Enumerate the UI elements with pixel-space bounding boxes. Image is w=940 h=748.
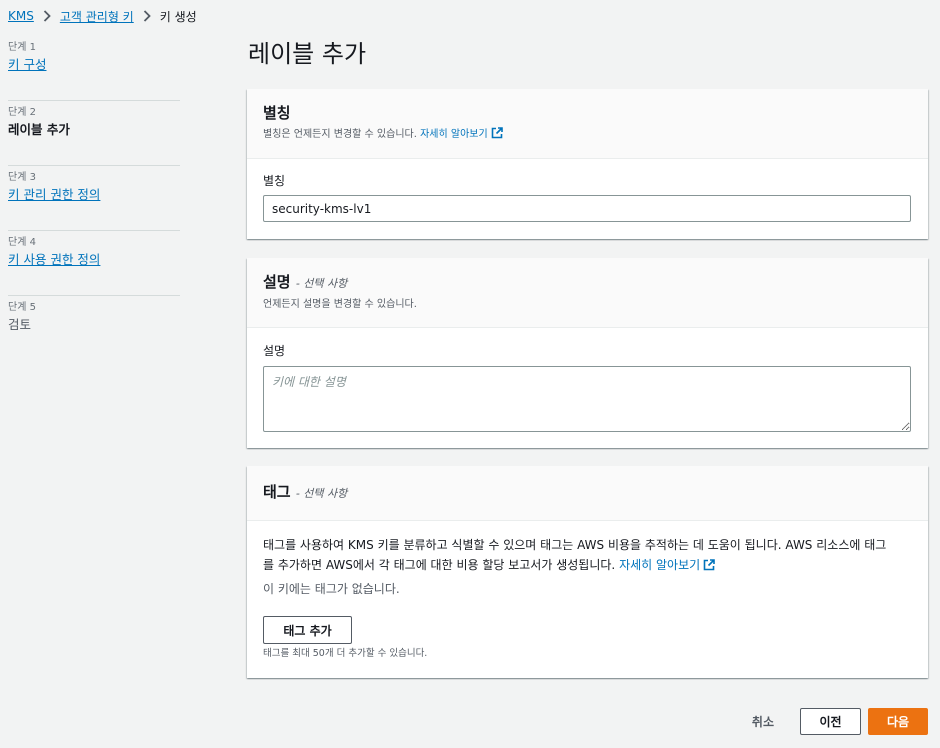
description-panel: 설명 - 선택 사항 언제든지 설명을 변경할 수 있습니다. 설명 bbox=[247, 258, 928, 448]
tags-intro-text: 태그를 사용하여 KMS 키를 분류하고 식별할 수 있으며 태그는 AWS 비… bbox=[263, 535, 912, 577]
previous-button[interactable]: 이전 bbox=[800, 708, 861, 735]
description-helper-text: 언제든지 설명을 변경할 수 있습니다. bbox=[263, 299, 417, 310]
no-tags-message: 이 키에는 태그가 없습니다. bbox=[263, 582, 400, 596]
tags-panel-header: 태그 - 선택 사항 bbox=[247, 466, 928, 521]
tags-learn-more-link[interactable]: 자세히 알아보기 bbox=[619, 558, 700, 572]
external-link-icon bbox=[703, 557, 715, 577]
tags-panel-body: 태그를 사용하여 KMS 키를 분류하고 식별할 수 있으며 태그는 AWS 비… bbox=[247, 521, 928, 660]
step-link-admin-permissions[interactable]: 키 관리 권한 정의 bbox=[8, 186, 180, 204]
alias-field-label: 별칭 bbox=[263, 174, 286, 188]
alias-description: 별칭은 언제든지 변경할 수 있습니다. 자세히 알아보기 bbox=[263, 127, 912, 144]
alias-panel-body: 별칭 bbox=[247, 159, 928, 222]
wizard-step-2: 단계 2 레이블 추가 bbox=[8, 101, 180, 166]
alias-description-text: 별칭은 언제든지 변경할 수 있습니다. bbox=[263, 129, 417, 140]
description-heading-text: 설명 bbox=[263, 273, 291, 291]
chevron-right-icon bbox=[43, 10, 51, 22]
tags-intro-line-1: 태그를 사용하여 KMS 키를 분류하고 식별할 수 있으며 태그는 AWS 비… bbox=[263, 538, 887, 552]
description-panel-header: 설명 - 선택 사항 언제든지 설명을 변경할 수 있습니다. bbox=[247, 258, 928, 328]
tags-intro-line-2: 를 추가하면 AWS에서 각 태그에 대한 비용 할당 보고서가 생성됩니다. bbox=[263, 558, 616, 572]
step-review: 검토 bbox=[8, 317, 32, 332]
breadcrumb-customer-managed-keys[interactable]: 고객 관리형 키 bbox=[60, 8, 134, 25]
step-link-usage-permissions[interactable]: 키 사용 권한 정의 bbox=[8, 251, 180, 269]
next-button[interactable]: 다음 bbox=[868, 708, 928, 735]
tags-heading: 태그 - 선택 사항 bbox=[263, 482, 912, 504]
description-textarea[interactable] bbox=[263, 366, 911, 432]
description-panel-body: 설명 bbox=[247, 328, 928, 436]
alias-heading: 별칭 bbox=[263, 104, 291, 122]
alias-panel: 별칭 별칭은 언제든지 변경할 수 있습니다. 자세히 알아보기 별칭 bbox=[247, 89, 928, 239]
step-number: 단계 2 bbox=[8, 107, 36, 118]
wizard-step-5: 단계 5 검토 bbox=[8, 296, 180, 361]
optional-tag: - 선택 사항 bbox=[295, 277, 348, 290]
external-link-icon bbox=[491, 127, 503, 144]
tags-panel: 태그 - 선택 사항 태그를 사용하여 KMS 키를 분류하고 식별할 수 있으… bbox=[247, 466, 928, 678]
breadcrumb-kms[interactable]: KMS bbox=[8, 9, 34, 23]
breadcrumb-current: 키 생성 bbox=[159, 9, 197, 24]
description-heading: 설명 - 선택 사항 bbox=[263, 272, 912, 294]
step-number: 단계 3 bbox=[8, 172, 36, 183]
optional-tag: - 선택 사항 bbox=[295, 487, 348, 500]
step-current-add-labels: 레이블 추가 bbox=[8, 122, 70, 137]
step-number: 단계 4 bbox=[8, 237, 36, 248]
chevron-right-icon bbox=[143, 10, 151, 22]
cancel-button[interactable]: 취소 bbox=[752, 713, 774, 730]
page-title: 레이블 추가 bbox=[248, 40, 367, 68]
tags-intro-line-2-wrap: 를 추가하면 AWS에서 각 태그에 대한 비용 할당 보고서가 생성됩니다. … bbox=[263, 555, 912, 577]
wizard-step-1: 단계 1 키 구성 bbox=[8, 36, 180, 101]
add-tag-button[interactable]: 태그 추가 bbox=[263, 616, 352, 644]
step-number: 단계 5 bbox=[8, 302, 36, 313]
alias-learn-more-link[interactable]: 자세히 알아보기 bbox=[420, 129, 488, 140]
tag-limit-hint: 태그를 최대 50개 더 추가할 수 있습니다. bbox=[263, 648, 428, 659]
tags-heading-text: 태그 bbox=[263, 483, 291, 501]
alias-panel-header: 별칭 별칭은 언제든지 변경할 수 있습니다. 자세히 알아보기 bbox=[247, 89, 928, 159]
wizard-step-3: 단계 3 키 관리 권한 정의 bbox=[8, 166, 180, 231]
wizard-steps: 단계 1 키 구성 단계 2 레이블 추가 단계 3 키 관리 권한 정의 단계… bbox=[8, 36, 180, 361]
alias-input[interactable] bbox=[263, 195, 911, 222]
description-field-label: 설명 bbox=[263, 344, 286, 358]
wizard-actions: 취소 이전 다음 bbox=[752, 708, 928, 735]
step-number: 단계 1 bbox=[8, 42, 36, 53]
breadcrumb: KMS 고객 관리형 키 키 생성 bbox=[8, 6, 197, 26]
wizard-step-4: 단계 4 키 사용 권한 정의 bbox=[8, 231, 180, 296]
step-link-configure-key[interactable]: 키 구성 bbox=[8, 56, 180, 74]
